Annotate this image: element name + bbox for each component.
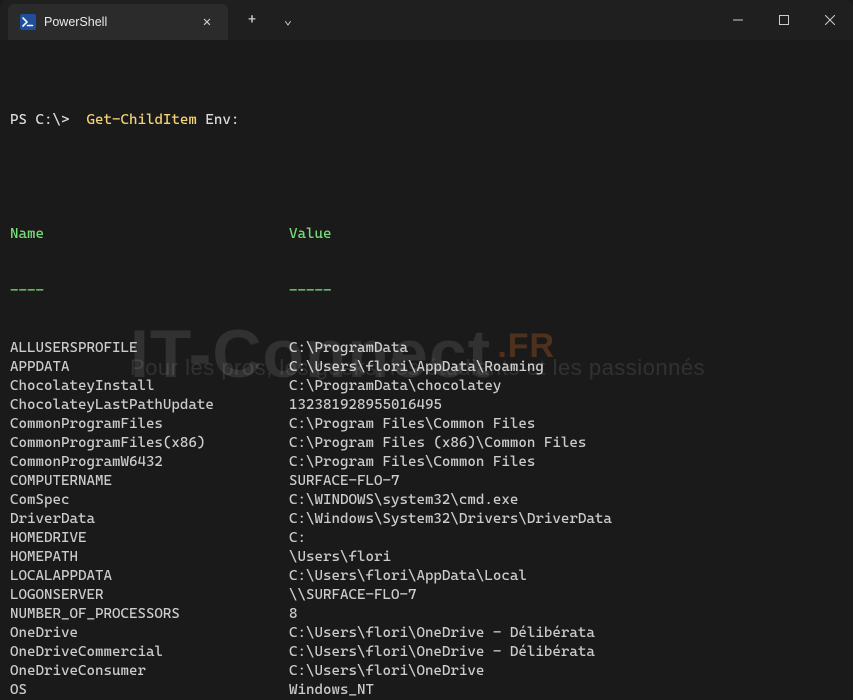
env-name: CommonProgramW6432 [10,453,289,472]
maximize-button[interactable] [761,0,807,40]
env-name: OS [10,681,289,700]
env-value: SURFACE-FLO-7 [289,472,843,491]
table-row: ComSpecC:\WINDOWS\system32\cmd.exe [10,491,843,510]
table-row: OSWindows_NT [10,681,843,700]
table-row: OneDriveConsumerC:\Users\flori\OneDrive [10,662,843,681]
header-name: Name [10,225,289,244]
env-value: C:\Program Files (x86)\Common Files [289,434,843,453]
env-name: OneDriveCommercial [10,643,289,662]
table-row: CommonProgramW6432C:\Program Files\Commo… [10,453,843,472]
env-value: C:\Users\flori\AppData\Local [289,567,843,586]
env-value: \\SURFACE-FLO-7 [289,586,843,605]
env-name: ChocolateyInstall [10,377,289,396]
table-row: NUMBER_OF_PROCESSORS8 [10,605,843,624]
close-window-button[interactable] [807,0,853,40]
prompt-arg: Env: [197,112,239,128]
env-name: DriverData [10,510,289,529]
env-name: ALLUSERSPROFILE [10,339,289,358]
table-row: ALLUSERSPROFILEC:\ProgramData [10,339,843,358]
env-name: ChocolateyLastPathUpdate [10,396,289,415]
prompt-command: Get-ChildItem [86,112,196,128]
tab-dropdown-button[interactable]: ⌄ [272,4,304,36]
env-name: LOCALAPPDATA [10,567,289,586]
header-row: NameValue [10,225,843,244]
header-value: Value [289,225,843,244]
title-bar: PowerShell ✕ + ⌄ [0,0,853,40]
env-name: ComSpec [10,491,289,510]
table-row: APPDATAC:\Users\flori\AppData\Roaming [10,358,843,377]
table-row: OneDriveC:\Users\flori\OneDrive - Délibé… [10,624,843,643]
terminal-output[interactable]: IT-Connect.FR Pour les pros, les geeks, … [0,40,853,700]
table-row: COMPUTERNAMESURFACE-FLO-7 [10,472,843,491]
table-row: ChocolateyInstallC:\ProgramData\chocolat… [10,377,843,396]
table-row: CommonProgramFiles(x86)C:\Program Files … [10,434,843,453]
env-value: C:\ProgramData\chocolatey [289,377,843,396]
env-name: HOMEPATH [10,548,289,567]
tab-title: PowerShell [44,15,190,29]
env-value: C:\Program Files\Common Files [289,453,843,472]
prompt-line: PS C:\> Get-ChildItem Env: [10,111,843,130]
env-value: C:\Program Files\Common Files [289,415,843,434]
env-name: NUMBER_OF_PROCESSORS [10,605,289,624]
minimize-button[interactable] [715,0,761,40]
env-value: C:\Users\flori\OneDrive - Délibérata [289,624,843,643]
env-value: \Users\flori [289,548,843,567]
env-value: C:\Users\flori\OneDrive [289,662,843,681]
header-underline: --------- [10,282,843,301]
table-row: DriverDataC:\Windows\System32\Drivers\Dr… [10,510,843,529]
table-row: CommonProgramFilesC:\Program Files\Commo… [10,415,843,434]
window-controls [715,0,853,40]
table-row: LOGONSERVER\\SURFACE-FLO-7 [10,586,843,605]
env-value: 8 [289,605,843,624]
env-name: LOGONSERVER [10,586,289,605]
env-value: C:\WINDOWS\system32\cmd.exe [289,491,843,510]
table-row: LOCALAPPDATAC:\Users\flori\AppData\Local [10,567,843,586]
env-name: OneDrive [10,624,289,643]
env-value: C:\Windows\System32\Drivers\DriverData [289,510,843,529]
env-value: 132381928955016495 [289,396,843,415]
active-tab[interactable]: PowerShell ✕ [8,4,228,40]
env-value: C:\Users\flori\AppData\Roaming [289,358,843,377]
env-name: HOMEDRIVE [10,529,289,548]
new-tab-button[interactable]: + [236,4,268,36]
table-row: HOMEPATH\Users\flori [10,548,843,567]
table-row: OneDriveCommercialC:\Users\flori\OneDriv… [10,643,843,662]
table-row: HOMEDRIVEC: [10,529,843,548]
close-tab-button[interactable]: ✕ [198,13,216,31]
powershell-icon [20,14,36,30]
table-row: ChocolateyLastPathUpdate1323819289550164… [10,396,843,415]
env-value: Windows_NT [289,681,843,700]
env-value: C:\Users\flori\OneDrive - Délibérata [289,643,843,662]
env-value: C: [289,529,843,548]
env-value: C:\ProgramData [289,339,843,358]
prompt-prefix: PS C:\> [10,112,86,128]
env-name: CommonProgramFiles [10,415,289,434]
env-name: OneDriveConsumer [10,662,289,681]
env-name: CommonProgramFiles(x86) [10,434,289,453]
env-name: APPDATA [10,358,289,377]
tab-controls: + ⌄ [228,0,304,40]
env-name: COMPUTERNAME [10,472,289,491]
